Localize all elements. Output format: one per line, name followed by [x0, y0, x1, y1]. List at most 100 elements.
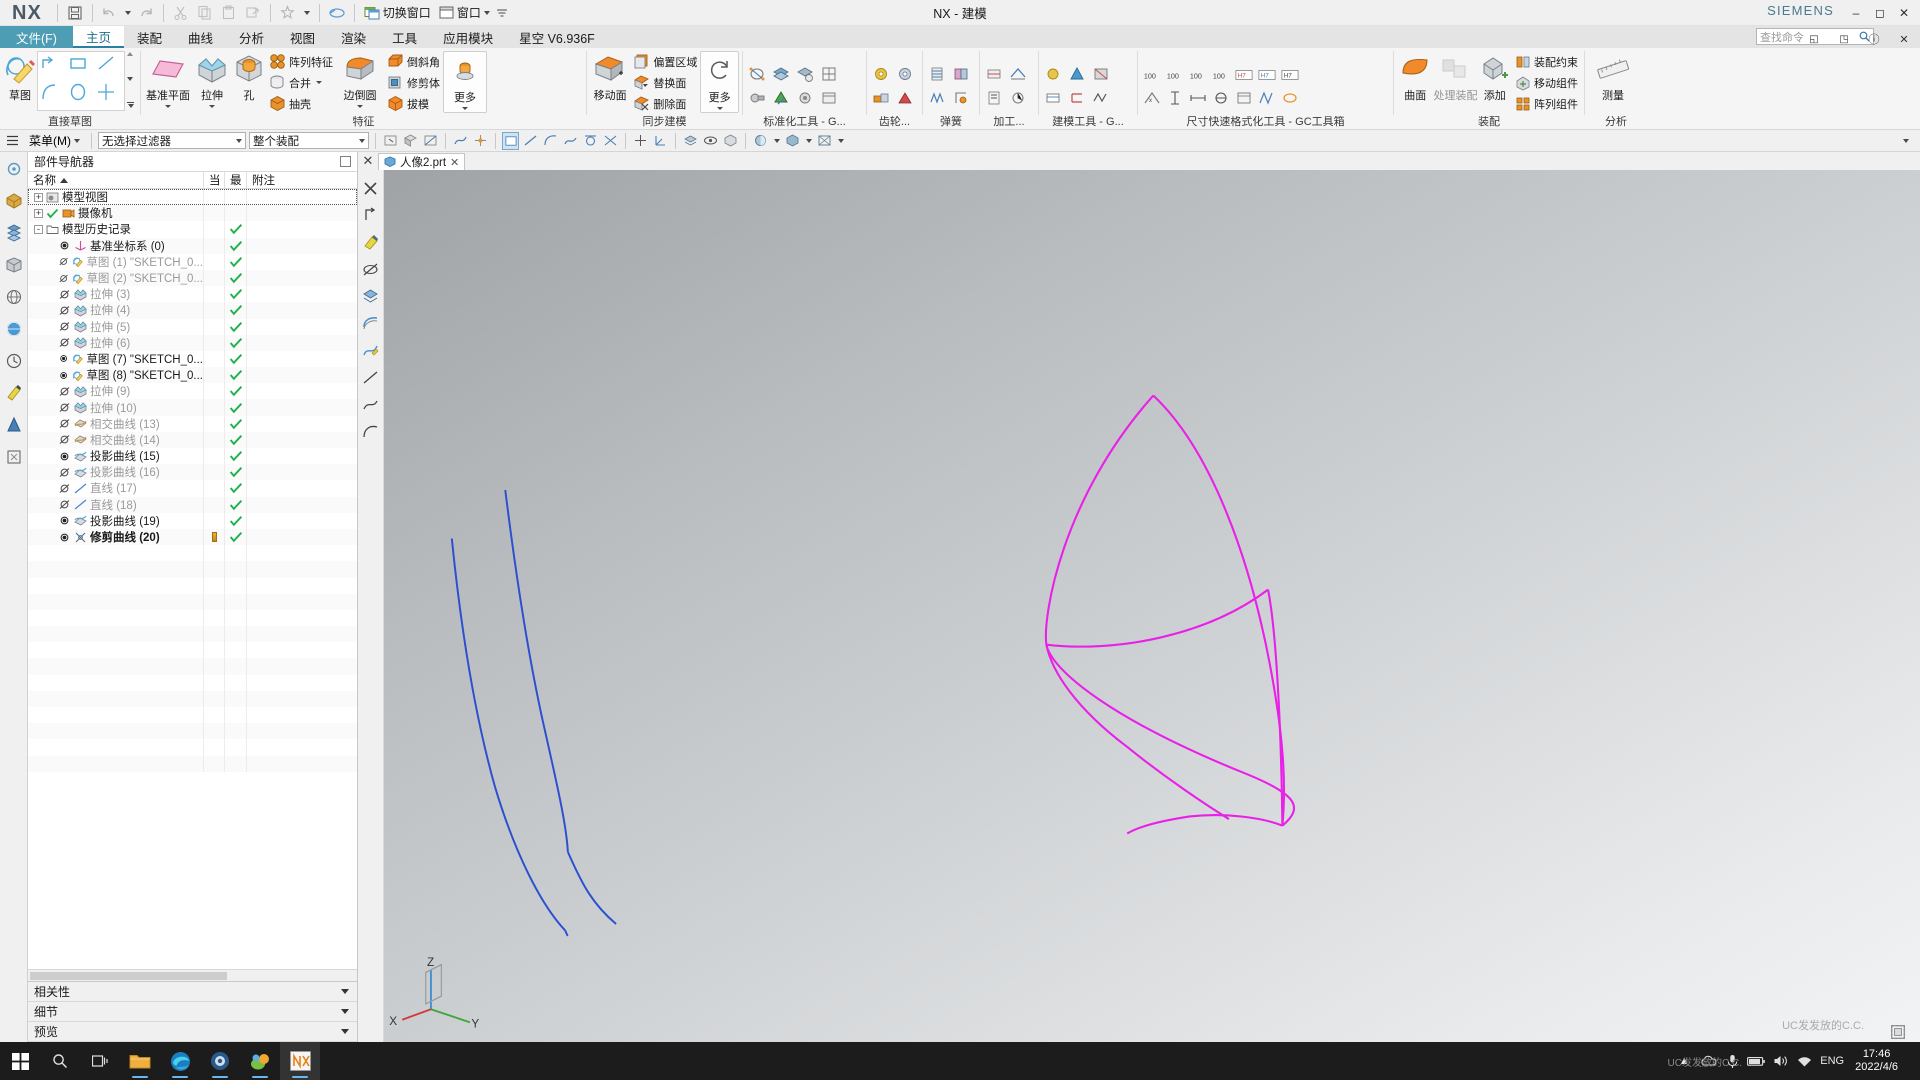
table-row[interactable]: 拉伸 (6) — [28, 334, 357, 351]
machining-icon-1[interactable] — [983, 63, 1005, 85]
table-row[interactable]: 拉伸 (4) — [28, 302, 357, 319]
selection-bar-overflow[interactable] — [1897, 132, 1914, 150]
curve-rule-icon[interactable] — [452, 132, 469, 150]
mtool-icon-5[interactable] — [1066, 87, 1088, 109]
tree-item-name-cell[interactable]: - 模型历史记录 — [28, 221, 204, 238]
datum-plane-button[interactable]: 基准平面 — [144, 50, 192, 108]
hole-button[interactable]: 孔 — [232, 50, 266, 103]
taskbar-edge-browser[interactable] — [160, 1042, 200, 1080]
taskbar-nx-app[interactable] — [280, 1042, 320, 1080]
column-header-current[interactable]: 当 — [204, 172, 225, 188]
table-row[interactable]: 直线 (17) — [28, 480, 357, 497]
visible-icon[interactable] — [58, 240, 71, 251]
dim-icon-7[interactable]: H7 — [1279, 64, 1301, 86]
edge-blend-button[interactable]: 边倒圆 — [336, 50, 384, 108]
table-row[interactable]: 草图 (7) "SKETCH_0... — [28, 350, 357, 368]
tab-starsky[interactable]: 星空 V6.936F — [506, 26, 608, 48]
intersect-snap-icon[interactable] — [602, 132, 619, 150]
paste-special-button[interactable] — [241, 2, 265, 24]
tree-item-name-cell[interactable]: 基准坐标系 (0) — [28, 237, 204, 254]
part-navigator-tree[interactable]: + 模型视图 + 摄像机 - 模型历史记录 基准坐标系 (0) 草图 (1) "SKETCH_… — [28, 189, 357, 969]
hidden-icon[interactable] — [58, 386, 71, 397]
sketch-curve-icon[interactable] — [361, 340, 381, 360]
face-edge-icon[interactable] — [422, 132, 439, 150]
hidden-icon[interactable] — [58, 402, 71, 413]
circle-icon[interactable] — [67, 81, 89, 103]
datum-plane-select-icon[interactable] — [502, 131, 519, 150]
line-snap-icon[interactable] — [522, 132, 539, 150]
selection-filter-combo[interactable]: 无选择过滤器 — [98, 132, 246, 149]
dim-icon-6[interactable]: H7 — [1256, 64, 1278, 86]
std-icon-4[interactable] — [818, 63, 840, 85]
spline-snap-icon[interactable] — [562, 132, 579, 150]
hidden-icon[interactable] — [58, 434, 71, 445]
hidden-icon[interactable] — [58, 418, 71, 429]
pattern-feature-button[interactable]: 阵列特征 — [266, 51, 336, 72]
maximize-button[interactable]: ◻ — [1868, 2, 1892, 24]
tree-item-name-cell[interactable]: 直线 (17) — [28, 480, 204, 497]
reuse-library-icon[interactable] — [3, 222, 25, 244]
assembly-navigator-icon[interactable] — [3, 158, 25, 180]
undo-dropdown-button[interactable] — [122, 2, 134, 24]
table-row[interactable]: 基准坐标系 (0) — [28, 237, 357, 254]
chevron-down-icon[interactable] — [165, 105, 171, 108]
column-header-comment[interactable]: 附注 — [247, 172, 357, 188]
dimension-icon[interactable] — [95, 81, 117, 103]
taskbar-clock[interactable]: 17:46 2022/4/6 — [1849, 1048, 1904, 1074]
show-desktop-button[interactable] — [1906, 1042, 1914, 1080]
wireframe-view-dropdown[interactable] — [836, 132, 845, 150]
sketch-more-icon[interactable] — [127, 102, 134, 108]
table-row[interactable]: 修剪曲线 (20) — [28, 528, 357, 546]
chamfer-button[interactable]: 倒斜角 — [384, 51, 443, 72]
tab-view[interactable]: 视图 — [277, 26, 328, 48]
redo-button[interactable] — [134, 2, 158, 24]
dim-icon-4[interactable]: 100 — [1210, 64, 1232, 86]
dim-icon-11[interactable] — [1210, 87, 1232, 109]
replace-face-button[interactable]: 替换面 — [630, 72, 700, 93]
measure-button[interactable]: 测量 — [1588, 50, 1638, 103]
history-clock-icon[interactable] — [3, 350, 25, 372]
copy-button[interactable] — [193, 2, 217, 24]
column-header-name[interactable]: 名称 — [28, 172, 204, 188]
sketch-scroll-up-icon[interactable] — [127, 52, 133, 56]
std-icon-5[interactable] — [746, 87, 768, 109]
dim-icon-14[interactable] — [1279, 87, 1301, 109]
favorites-button[interactable] — [276, 2, 300, 24]
tab-application-module[interactable]: 应用模块 — [430, 26, 506, 48]
offset-region-button[interactable]: 偏置区域 — [630, 51, 700, 72]
gear-icon-2[interactable] — [894, 63, 916, 85]
tree-item-name-cell[interactable]: 投影曲线 (19) — [28, 512, 204, 529]
visible-icon[interactable] — [58, 451, 71, 462]
section-details[interactable]: 细节 — [28, 1002, 357, 1022]
hidden-icon[interactable] — [58, 321, 71, 332]
hidden-icon[interactable] — [58, 273, 69, 284]
render-style-dropdown[interactable] — [772, 132, 781, 150]
layer-settings-icon[interactable] — [682, 132, 699, 150]
orient-view-icon[interactable] — [361, 205, 381, 225]
arc-snap-icon[interactable] — [542, 132, 559, 150]
dim-icon-8[interactable]: x — [1141, 87, 1163, 109]
check-icon[interactable] — [46, 208, 59, 219]
tree-item-name-cell[interactable]: + 摄像机 — [28, 205, 204, 222]
move-component-button[interactable]: 移动组件 — [1512, 72, 1581, 93]
close-icon[interactable]: ✕ — [450, 156, 459, 169]
tree-item-name-cell[interactable]: + 模型视图 — [28, 189, 204, 206]
tree-item-name-cell[interactable]: 拉伸 (5) — [28, 318, 204, 335]
section-preview[interactable]: 预览 — [28, 1022, 357, 1042]
part-navigator-icon[interactable] — [3, 190, 25, 212]
hide-geometry-icon[interactable] — [702, 132, 719, 150]
point-constructor-icon[interactable] — [632, 132, 649, 150]
std-icon-7[interactable] — [794, 87, 816, 109]
windows-start-icon[interactable] — [0, 1042, 40, 1080]
tree-item-name-cell[interactable]: 相交曲线 (13) — [28, 415, 204, 432]
table-row[interactable]: 草图 (8) "SKETCH_0... — [28, 367, 357, 384]
hidden-icon[interactable] — [58, 337, 71, 348]
document-tab[interactable]: 人像2.prt ✕ — [378, 153, 466, 170]
more-feature-button[interactable]: 更多 — [443, 51, 487, 113]
std-icon-8[interactable] — [818, 87, 840, 109]
close-document-icon[interactable]: ✕ — [358, 152, 378, 170]
machining-icon-4[interactable] — [1007, 87, 1029, 109]
minimize-button[interactable]: – — [1844, 2, 1868, 24]
search-icon[interactable] — [40, 1042, 80, 1080]
network-icon[interactable] — [1793, 1042, 1815, 1080]
